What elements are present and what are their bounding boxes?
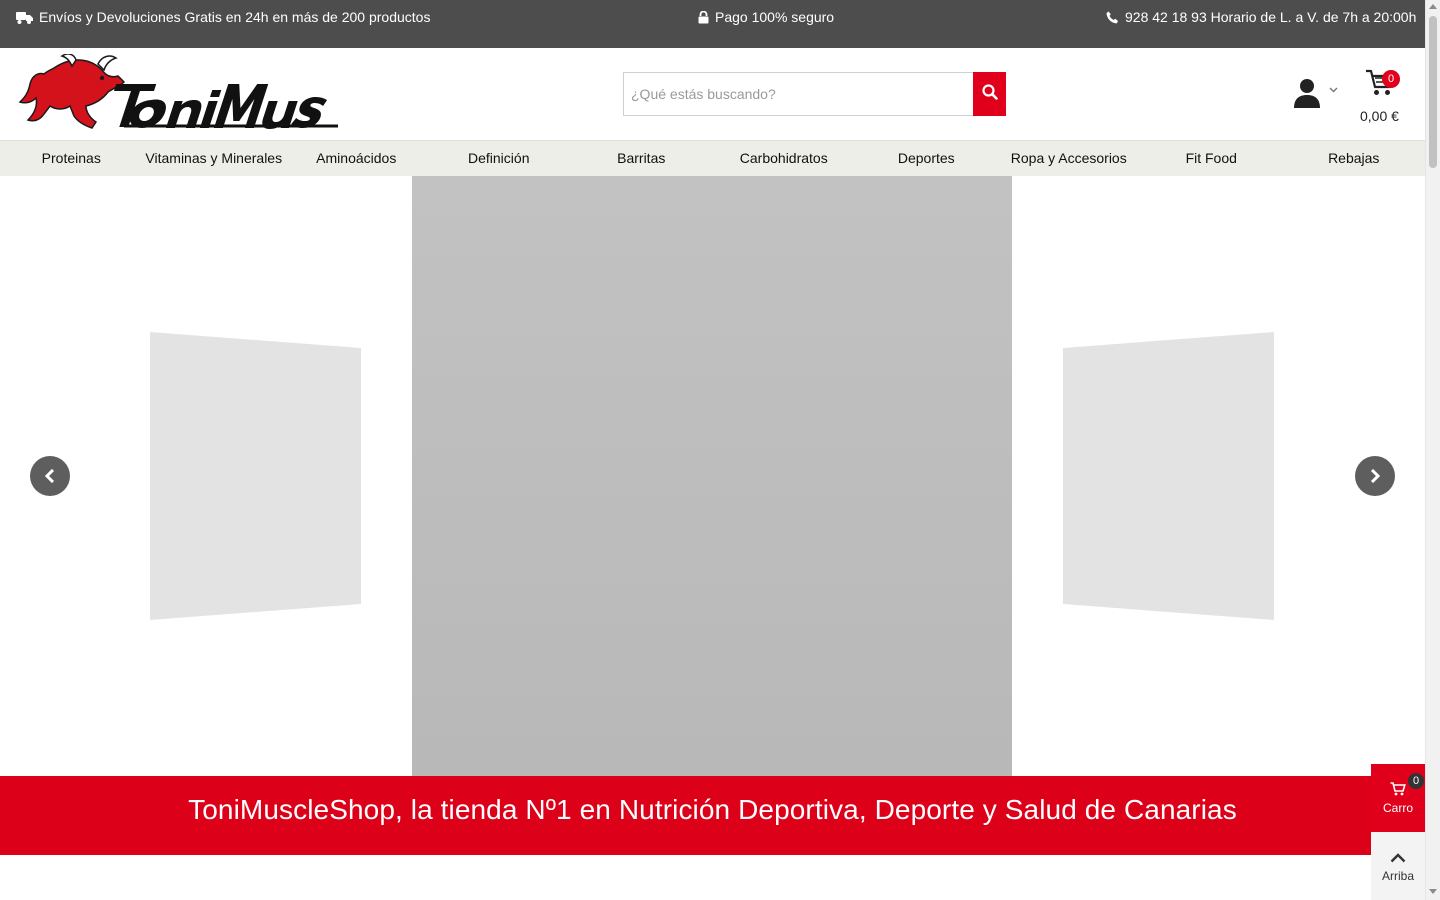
slide-next-preview <box>1063 332 1274 620</box>
cart-count-badge: 0 <box>1382 70 1400 88</box>
scrollbar-thumb[interactable] <box>1429 16 1437 168</box>
back-to-top-label: Arriba <box>1381 869 1414 883</box>
floating-cart-count: 0 <box>1408 773 1424 789</box>
carousel-next-button[interactable] <box>1355 456 1395 496</box>
search-button[interactable] <box>973 72 1006 116</box>
back-to-top-button[interactable]: Arriba <box>1371 832 1425 900</box>
chevron-right-icon <box>1369 469 1381 483</box>
top-info-bar: Envíos y Devoluciones Gratis en 24h en m… <box>0 0 1425 48</box>
floating-cart-label: Carro <box>1382 801 1413 815</box>
chevron-down-icon <box>1329 80 1338 98</box>
nav-item-deportes[interactable]: Deportes <box>855 141 998 176</box>
carousel-prev-button[interactable] <box>30 456 70 496</box>
nav-item-aminoacidos[interactable]: Aminoácidos <box>285 141 428 176</box>
chevron-up-icon <box>1390 850 1406 868</box>
nav-item-proteinas[interactable]: Proteinas <box>0 141 143 176</box>
search-input[interactable] <box>623 72 973 116</box>
cart-total: 0,00 € <box>1360 108 1399 124</box>
chevron-left-icon <box>44 469 56 483</box>
scroll-down-arrow[interactable] <box>1429 889 1437 894</box>
nav-item-carbohidratos[interactable]: Carbohidratos <box>713 141 856 176</box>
search-bar <box>623 72 1006 116</box>
nav-item-vitaminas[interactable]: Vitaminas y Minerales <box>143 141 286 176</box>
phone-icon <box>1106 11 1119 24</box>
nav-item-rebajas[interactable]: Rebajas <box>1283 141 1426 176</box>
truck-icon <box>16 11 33 24</box>
payment-info[interactable]: Pago 100% seguro <box>698 9 834 25</box>
user-icon <box>1294 78 1320 113</box>
banner-title: ToniMuscleShop, la tienda Nº1 en Nutrici… <box>188 794 1237 825</box>
shipping-info[interactable]: Envíos y Devoluciones Gratis en 24h en m… <box>16 9 430 25</box>
scroll-up-arrow[interactable] <box>1429 4 1437 9</box>
lock-icon <box>698 10 709 24</box>
floating-cart-button[interactable]: 0 Carro <box>1371 764 1425 832</box>
logo-graphic <box>18 53 338 129</box>
nav-item-barritas[interactable]: Barritas <box>570 141 713 176</box>
page-scrollbar[interactable] <box>1425 0 1440 900</box>
shipping-text: Envíos y Devoluciones Gratis en 24h en m… <box>39 9 431 25</box>
search-icon <box>981 83 998 105</box>
nav-item-ropa[interactable]: Ropa y Accesorios <box>998 141 1141 176</box>
cart-icon <box>1390 782 1406 801</box>
header-cart[interactable]: 0 0,00 € <box>1358 62 1418 128</box>
contact-info[interactable]: 928 42 18 93 Horario de L. a V. de 7h a … <box>1106 9 1416 25</box>
slide-active[interactable] <box>412 176 1012 776</box>
promo-banner: ToniMuscleShop, la tienda Nº1 en Nutrici… <box>0 776 1425 855</box>
page: Envíos y Devoluciones Gratis en 24h en m… <box>0 0 1440 900</box>
contact-text: 928 42 18 93 Horario de L. a V. de 7h a … <box>1125 9 1417 25</box>
payment-text: Pago 100% seguro <box>715 9 835 25</box>
nav-item-fit-food[interactable]: Fit Food <box>1140 141 1283 176</box>
hero-carousel <box>0 176 1425 776</box>
slide-prev-preview <box>150 332 361 620</box>
site-header: 0 0,00 € <box>0 48 1425 140</box>
nav-item-definicion[interactable]: Definición <box>428 141 571 176</box>
user-account-menu[interactable] <box>1292 78 1342 112</box>
main-navigation: Proteinas Vitaminas y Minerales Aminoáci… <box>0 140 1425 176</box>
site-logo[interactable] <box>16 53 340 134</box>
